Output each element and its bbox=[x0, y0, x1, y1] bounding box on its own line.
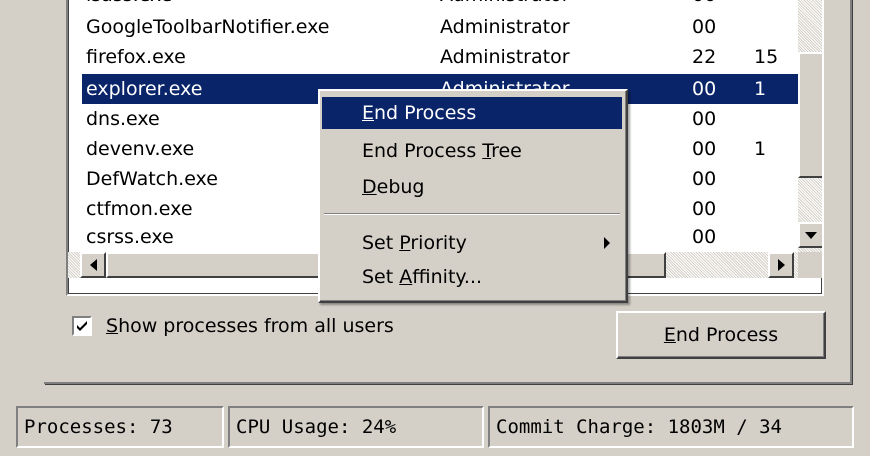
menu-item-end-process[interactable]: End Process bbox=[322, 97, 622, 129]
process-cpu: 00 bbox=[692, 226, 717, 248]
table-row[interactable]: GoogleToolbarNotifier.exe Administrator … bbox=[82, 12, 798, 42]
menu-separator bbox=[324, 213, 620, 215]
process-cpu: 00 bbox=[692, 16, 717, 38]
process-mem: 15 bbox=[754, 46, 779, 68]
show-all-users-label[interactable]: Show processes from all users bbox=[106, 314, 394, 338]
arrow-right-icon bbox=[777, 259, 785, 271]
process-cpu: 00 bbox=[692, 198, 717, 220]
checkmark-icon bbox=[77, 321, 87, 331]
process-cpu: 22 bbox=[692, 46, 717, 68]
process-mem: 1 bbox=[754, 138, 767, 160]
process-name: dns.exe bbox=[86, 108, 160, 130]
menu-item-set-priority[interactable]: Set Priority bbox=[322, 227, 622, 259]
process-mem: 1 bbox=[754, 78, 767, 100]
status-processes: Processes: 73 bbox=[16, 406, 224, 448]
menu-item-set-affinity[interactable]: Set Affinity... bbox=[322, 261, 622, 293]
process-name: DefWatch.exe bbox=[86, 168, 218, 190]
process-name: firefox.exe bbox=[86, 46, 186, 68]
show-all-users-checkbox[interactable] bbox=[72, 316, 92, 336]
process-name: csrss.exe bbox=[86, 226, 174, 248]
context-menu: End Process End Process Tree Debug Set P… bbox=[318, 89, 628, 303]
status-cpu-usage: CPU Usage: 24% bbox=[228, 406, 484, 448]
process-cpu: 00 bbox=[692, 138, 717, 160]
arrow-left-icon bbox=[89, 259, 97, 271]
end-process-button[interactable]: End Process bbox=[616, 311, 826, 359]
vertical-scrollbar[interactable] bbox=[798, 0, 822, 252]
process-name: devenv.exe bbox=[86, 138, 195, 160]
status-commit-charge: Commit Charge: 1803M / 34 bbox=[488, 406, 854, 448]
arrow-down-icon bbox=[805, 231, 817, 239]
menu-item-debug[interactable]: Debug bbox=[322, 171, 622, 203]
process-name: ctfmon.exe bbox=[86, 198, 193, 220]
process-name: explorer.exe bbox=[86, 78, 203, 100]
scroll-right-button[interactable] bbox=[768, 252, 794, 278]
scroll-left-button[interactable] bbox=[80, 252, 106, 278]
table-row[interactable]: firefox.exe Administrator 22 15 bbox=[82, 42, 798, 72]
process-cpu: 00 bbox=[692, 108, 717, 130]
scrollbar-corner bbox=[798, 252, 822, 278]
table-row-partial[interactable]: lsass.exe Administrator 00 bbox=[82, 0, 798, 10]
process-cpu: 00 bbox=[692, 168, 717, 190]
process-name: GoogleToolbarNotifier.exe bbox=[86, 16, 330, 38]
process-user: Administrator bbox=[440, 46, 570, 68]
vertical-scroll-thumb[interactable] bbox=[798, 52, 822, 178]
menu-item-end-process-tree[interactable]: End Process Tree bbox=[322, 135, 622, 167]
process-cpu: 00 bbox=[692, 78, 717, 100]
submenu-arrow-icon bbox=[604, 237, 610, 249]
process-user: Administrator bbox=[440, 16, 570, 38]
scroll-down-button[interactable] bbox=[798, 222, 822, 248]
